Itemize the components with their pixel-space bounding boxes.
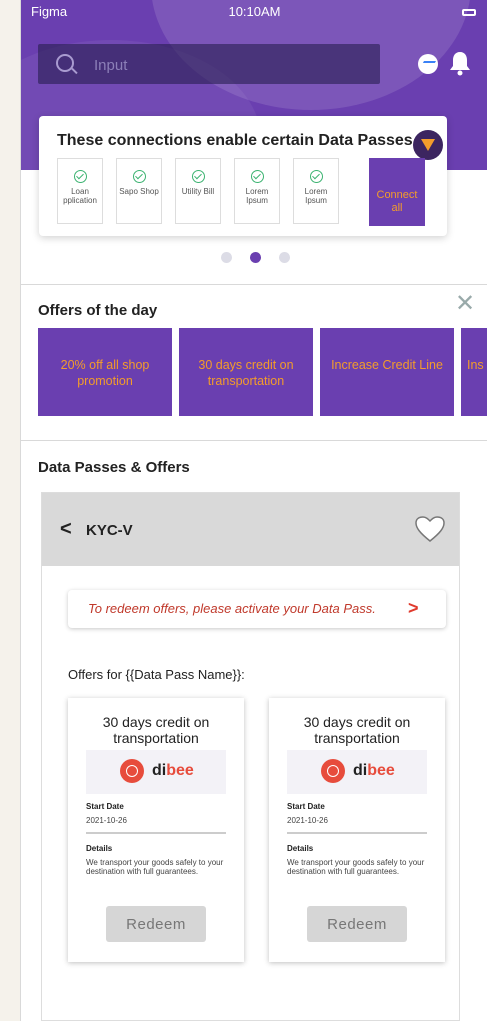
start-date-label: Start Date	[86, 802, 124, 811]
clock: 10:10AM	[228, 4, 281, 19]
status-bar: Figma 10:10AM	[21, 0, 487, 26]
connection-label: Sapo Shop	[119, 187, 159, 196]
data-pass-name: KYC-V	[86, 522, 133, 539]
offer-tile[interactable]: Increase Credit Line	[320, 328, 454, 416]
details-value: We transport your goods safely to your d…	[86, 858, 224, 876]
battery-icon	[462, 9, 476, 16]
carousel-dot-active[interactable]	[250, 252, 261, 263]
offers-heading: Offers for {{Data Pass Name}}:	[68, 667, 245, 682]
close-icon[interactable]: ✕	[455, 292, 475, 316]
connection-item[interactable]: Utility Bill	[175, 158, 221, 224]
connections-card: These connections enable certain Data Pa…	[39, 116, 447, 236]
heart-icon[interactable]	[414, 515, 446, 543]
connection-item[interactable]: Loan pplication	[57, 158, 103, 224]
data-pass-panel: < KYC-V To redeem offers, please activat…	[41, 492, 460, 1021]
connection-item[interactable]: Sapo Shop	[116, 158, 162, 224]
search-icon	[56, 54, 74, 72]
redeem-button[interactable]: Redeem	[106, 906, 206, 942]
dibee-logo-icon	[321, 759, 345, 783]
messenger-icon[interactable]	[418, 54, 438, 74]
details-value: We transport your goods safely to your d…	[287, 858, 425, 876]
bell-icon[interactable]	[449, 50, 471, 76]
connection-item[interactable]: Lorem Ipsum	[234, 158, 280, 224]
check-icon	[191, 170, 205, 183]
carousel-indicator	[221, 252, 301, 264]
carousel-dot[interactable]	[221, 252, 232, 263]
details-label: Details	[287, 844, 314, 853]
chevron-right-icon: >	[408, 598, 419, 618]
dibee-logo-icon	[120, 759, 144, 783]
connection-label: Lorem Ipsum	[304, 187, 328, 205]
data-pass-header: < KYC-V	[42, 493, 459, 566]
brand-name: dibee	[152, 762, 194, 779]
brand-name: dibee	[353, 762, 395, 779]
check-icon	[309, 170, 323, 183]
offer-tile[interactable]: 30 days credit on transportation	[179, 328, 313, 416]
offer-tile[interactable]: 20% off all shop promotion	[38, 328, 172, 416]
offer-title: 30 days credit on transportation	[102, 714, 210, 746]
search-input[interactable]	[92, 52, 356, 78]
connection-label: Loan pplication	[63, 187, 97, 205]
brand-logo: dibee	[287, 750, 427, 794]
connection-label: Utility Bill	[181, 187, 215, 196]
back-chevron-icon[interactable]: <	[60, 519, 72, 539]
offer-tile[interactable]: Ins	[461, 328, 487, 416]
connection-list: Loan pplication Sapo Shop Utility Bill L…	[57, 158, 445, 226]
banner-text: To redeem offers, please activate your D…	[88, 601, 376, 616]
offers-of-day-title: Offers of the day	[38, 302, 158, 319]
brand-badge-icon	[413, 130, 443, 160]
start-date-value: 2021-10-26	[287, 816, 328, 825]
divider	[287, 832, 427, 834]
divider	[21, 284, 487, 285]
carousel-dot[interactable]	[279, 252, 290, 263]
details-label: Details	[86, 844, 113, 853]
start-date-label: Start Date	[287, 802, 325, 811]
connection-item[interactable]: Lorem Ipsum	[293, 158, 339, 224]
connections-title: These connections enable certain Data Pa…	[57, 132, 413, 149]
redeem-button[interactable]: Redeem	[307, 906, 407, 942]
connection-label: Lorem Ipsum	[245, 187, 269, 205]
offer-card[interactable]: 30 days credit on transportation dibee S…	[269, 698, 445, 962]
divider	[21, 440, 487, 441]
brand-logo: dibee	[86, 750, 226, 794]
start-date-value: 2021-10-26	[86, 816, 127, 825]
divider	[86, 832, 226, 834]
offer-title: 30 days credit on transportation	[303, 714, 411, 746]
search-bar[interactable]	[38, 44, 380, 84]
app-screen: Figma 10:10AM These connections enable c…	[20, 0, 487, 1021]
connect-all-button[interactable]: Connect all	[369, 158, 425, 226]
check-icon	[73, 170, 87, 183]
offer-card[interactable]: 30 days credit on transportation dibee S…	[68, 698, 244, 962]
check-icon	[132, 170, 146, 183]
activate-pass-banner[interactable]: To redeem offers, please activate your D…	[68, 590, 446, 628]
data-passes-title: Data Passes & Offers	[38, 459, 190, 476]
check-icon	[250, 170, 264, 183]
